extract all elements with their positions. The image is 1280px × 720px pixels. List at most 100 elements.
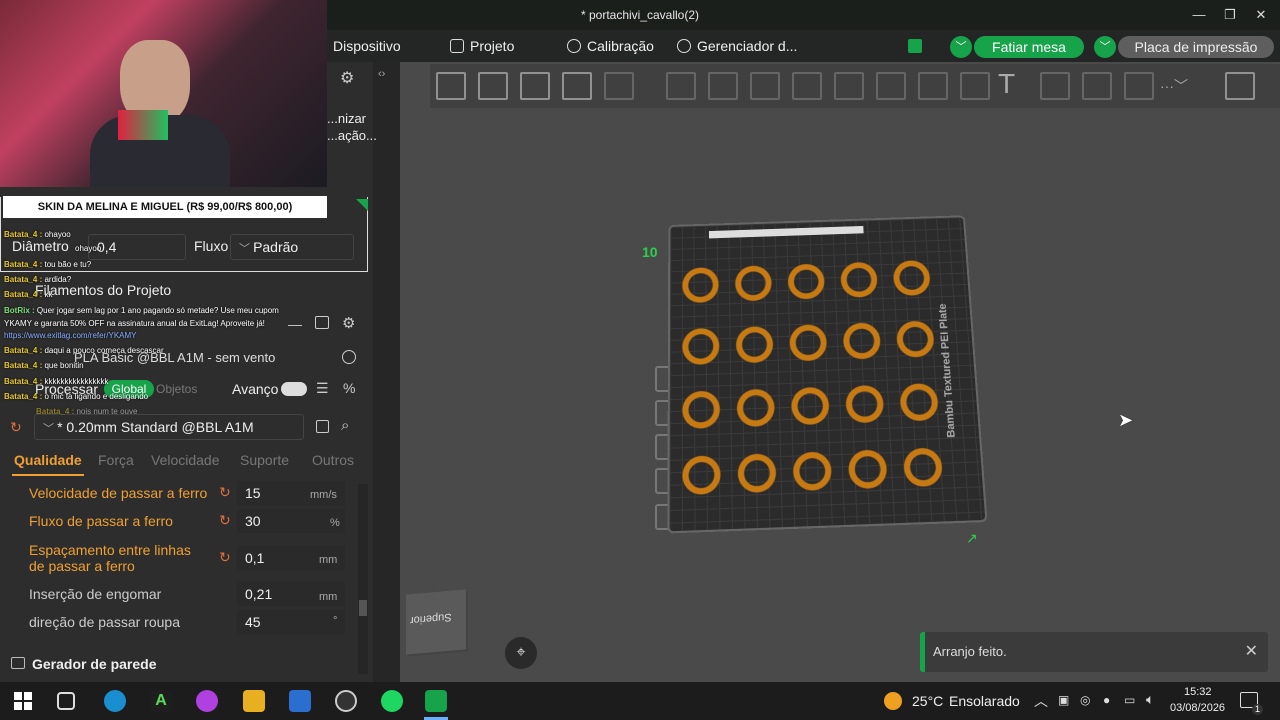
printed-part[interactable]	[677, 443, 726, 502]
filament-settings-icon[interactable]: ⚙	[342, 314, 355, 332]
remove-filament-icon[interactable]	[342, 350, 356, 364]
support-paint-icon[interactable]	[918, 72, 948, 100]
measure-icon[interactable]	[1040, 72, 1070, 100]
menu-project[interactable]: Projeto	[450, 38, 514, 54]
auto-orient-icon[interactable]	[520, 72, 550, 100]
chevron-down-icon[interactable]: ﹀	[1094, 36, 1116, 58]
build-plate[interactable]: Bambu Textured PEI Plate	[667, 215, 988, 534]
printed-part[interactable]	[731, 315, 778, 370]
text-tool-icon[interactable]: T	[998, 68, 1015, 100]
search-icon[interactable]: ⌕	[341, 417, 349, 434]
fit-view-icon[interactable]: ⌖	[505, 637, 537, 669]
restore-button[interactable]: ❐	[1217, 4, 1243, 26]
close-icon[interactable]: ✕	[1245, 641, 1258, 661]
close-button[interactable]: ✕	[1248, 4, 1274, 26]
printed-part[interactable]	[897, 435, 949, 494]
minus-icon[interactable]: —	[288, 316, 302, 332]
printed-part[interactable]	[891, 309, 940, 364]
tray-chevron-icon[interactable]: ︿	[1034, 691, 1048, 711]
scrollbar[interactable]	[358, 484, 368, 674]
printed-part[interactable]	[887, 249, 936, 302]
obs-icon[interactable]	[335, 690, 357, 712]
lay-flat-icon[interactable]	[792, 72, 822, 100]
task-view-icon[interactable]	[57, 692, 75, 710]
printed-part[interactable]	[842, 437, 893, 496]
profile-select[interactable]: ﹀ * 0.20mm Standard @BBL A1M	[34, 414, 304, 440]
edge-icon[interactable]	[104, 690, 126, 712]
app-icon[interactable]: A	[150, 690, 172, 712]
menu-manager[interactable]: Gerenciador d...	[677, 38, 797, 54]
rotate-icon[interactable]	[708, 72, 738, 100]
start-icon[interactable]	[14, 692, 32, 710]
printed-part[interactable]	[730, 254, 777, 308]
layers-icon[interactable]	[604, 72, 634, 100]
printed-part[interactable]	[835, 251, 883, 304]
tray-app-icon[interactable]: ▣	[1058, 693, 1069, 707]
grid-plate-icon[interactable]	[478, 72, 508, 100]
bambu-studio-icon[interactable]	[425, 690, 447, 712]
slice-plate-button[interactable]: Fatiar mesa	[974, 36, 1084, 58]
panel-collapse-strip[interactable]: ‹›	[373, 62, 400, 682]
save-icon[interactable]	[316, 420, 329, 433]
cut-icon[interactable]	[834, 72, 864, 100]
tray-sync-icon[interactable]: ◎	[1080, 693, 1090, 707]
percent-icon[interactable]: %	[343, 380, 355, 396]
chevron-down-icon[interactable]: ﹀	[950, 36, 972, 58]
file-explorer-icon[interactable]	[243, 690, 265, 712]
flow-select[interactable]: ﹀ Padrão	[230, 234, 354, 260]
multi-device-icon[interactable]	[908, 39, 922, 53]
printed-part[interactable]	[732, 377, 780, 434]
wall-generator-title[interactable]: Gerador de parede	[32, 656, 157, 672]
add-object-icon[interactable]	[436, 72, 466, 100]
minimize-button[interactable]: —	[1186, 4, 1212, 26]
menu-calibration[interactable]: Calibração	[567, 38, 654, 54]
reset-icon[interactable]: ↻	[219, 484, 231, 501]
menu-device[interactable]: Dispositivo	[333, 38, 401, 54]
spotify-icon[interactable]	[381, 690, 403, 712]
move-icon[interactable]	[666, 72, 696, 100]
printed-part[interactable]	[840, 373, 890, 430]
variable-layer-icon[interactable]	[1124, 72, 1154, 100]
tab-quality[interactable]: Qualidade	[14, 452, 82, 468]
printed-part[interactable]	[677, 379, 725, 436]
outlook-icon[interactable]	[289, 690, 311, 712]
arrange-icon[interactable]	[562, 72, 592, 100]
tab-others[interactable]: Outros	[312, 452, 354, 468]
tab-support[interactable]: Suporte	[240, 452, 289, 468]
objects-toggle[interactable]: Objetos	[156, 382, 197, 396]
printed-part[interactable]	[677, 256, 724, 309]
network-icon[interactable]: ▭	[1124, 693, 1135, 707]
seam-paint-icon[interactable]	[960, 72, 990, 100]
tab-speed[interactable]: Velocidade	[151, 452, 220, 468]
print-plate-button[interactable]: Placa de impressão	[1118, 36, 1274, 58]
printed-part[interactable]	[782, 252, 830, 306]
scale-icon[interactable]	[750, 72, 780, 100]
printed-part[interactable]	[837, 311, 886, 366]
scrollbar-thumb[interactable]	[359, 600, 367, 616]
collapse-icon[interactable]: ‹›	[378, 68, 385, 80]
assembly-icon[interactable]	[1082, 72, 1112, 100]
printed-part[interactable]	[784, 313, 832, 368]
advanced-switch[interactable]	[281, 382, 307, 396]
diameter-field[interactable]: 0,4	[88, 234, 186, 260]
tab-strength[interactable]: Força	[98, 452, 134, 468]
list-icon[interactable]: ☰	[316, 380, 329, 397]
printed-part[interactable]	[677, 316, 724, 371]
reset-profile-icon[interactable]: ↻	[10, 419, 22, 436]
volume-icon[interactable]: 🔈︎	[1146, 691, 1154, 708]
clock-date[interactable]: 03/08/2026	[1170, 702, 1225, 714]
printed-part[interactable]	[732, 441, 782, 500]
boolean-icon[interactable]	[876, 72, 906, 100]
printed-part[interactable]	[786, 375, 835, 432]
printed-part[interactable]	[894, 371, 944, 428]
view-toggle-icon[interactable]	[1225, 72, 1255, 100]
clock-time[interactable]: 15:32	[1184, 686, 1212, 698]
param-input[interactable]: 45	[236, 609, 346, 635]
discord-icon[interactable]	[196, 690, 218, 712]
settings-gear-icon[interactable]: ⚙	[340, 68, 354, 88]
filament-edit-icon[interactable]	[315, 316, 329, 329]
view-cube[interactable]: Superior	[406, 589, 466, 655]
reset-icon[interactable]: ↻	[219, 549, 231, 566]
microphone-icon[interactable]: ●	[1103, 693, 1110, 707]
more-tools-icon[interactable]: ···﹀	[1160, 76, 1188, 96]
